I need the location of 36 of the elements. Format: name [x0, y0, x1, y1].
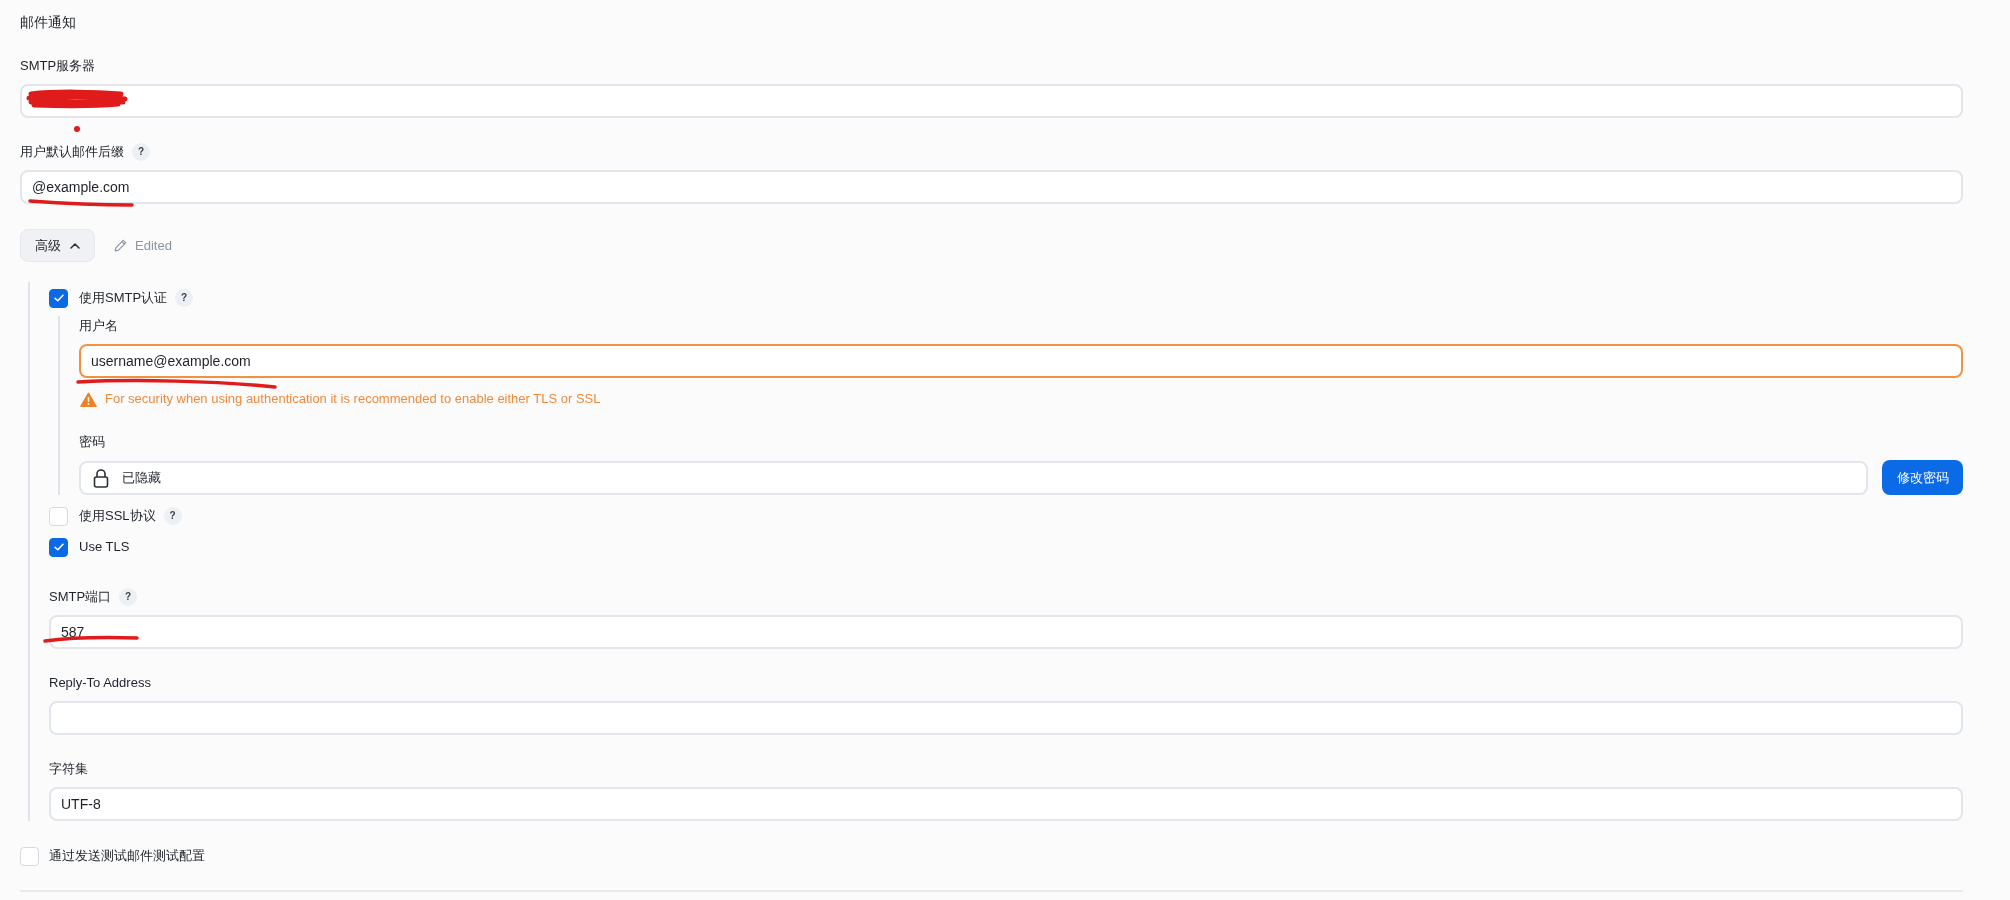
annotation-dot	[74, 126, 80, 132]
lock-icon	[93, 467, 109, 488]
change-password-button[interactable]: 修改密码	[1882, 460, 1963, 495]
field-label: SMTP服务器	[20, 58, 96, 74]
checkbox-label: 通过发送测试邮件测试配置	[49, 847, 205, 866]
field-label: 密码	[79, 434, 105, 450]
warning-message: For security when using authentication it is recommended to enable either TLS or SSL	[105, 390, 601, 408]
section-title: 邮件通知	[20, 13, 77, 32]
pencil-icon	[114, 239, 127, 252]
edited-label: Edited	[135, 236, 172, 255]
text-field[interactable]: UTF-8	[49, 787, 1963, 821]
checkbox-label: 使用SSL协议	[79, 508, 156, 524]
help-button[interactable]: ?	[175, 289, 194, 307]
checkbox-label: 使用SMTP认证	[79, 290, 168, 306]
text-field[interactable]: 587	[49, 615, 1963, 649]
text-field[interactable]: username@example.com	[79, 344, 1963, 378]
checkbox[interactable]	[49, 537, 68, 557]
text-field[interactable]: @example.com	[20, 170, 1963, 204]
field-label: Reply-To Address	[49, 675, 151, 691]
warning-icon	[80, 391, 97, 407]
advanced-toggle-button[interactable]: 高级	[20, 229, 95, 262]
help-button[interactable]: ?	[119, 588, 138, 606]
field-label: 字符集	[49, 761, 88, 777]
text-field[interactable]	[20, 84, 1963, 118]
field-label: SMTP端口	[49, 589, 112, 605]
field-label: 用户默认邮件后缀	[20, 144, 124, 160]
checkmark-icon	[53, 543, 64, 551]
checkbox-label: Use TLS	[79, 539, 130, 555]
chevron-up-icon	[70, 242, 80, 249]
password-field[interactable]: 已隐藏	[79, 460, 1868, 495]
help-button[interactable]: ?	[132, 143, 150, 161]
checkbox[interactable]	[49, 288, 68, 308]
text-field[interactable]	[49, 701, 1963, 735]
help-button[interactable]: ?	[163, 507, 182, 525]
field-label: 用户名	[79, 318, 118, 334]
checkmark-icon	[53, 294, 64, 302]
